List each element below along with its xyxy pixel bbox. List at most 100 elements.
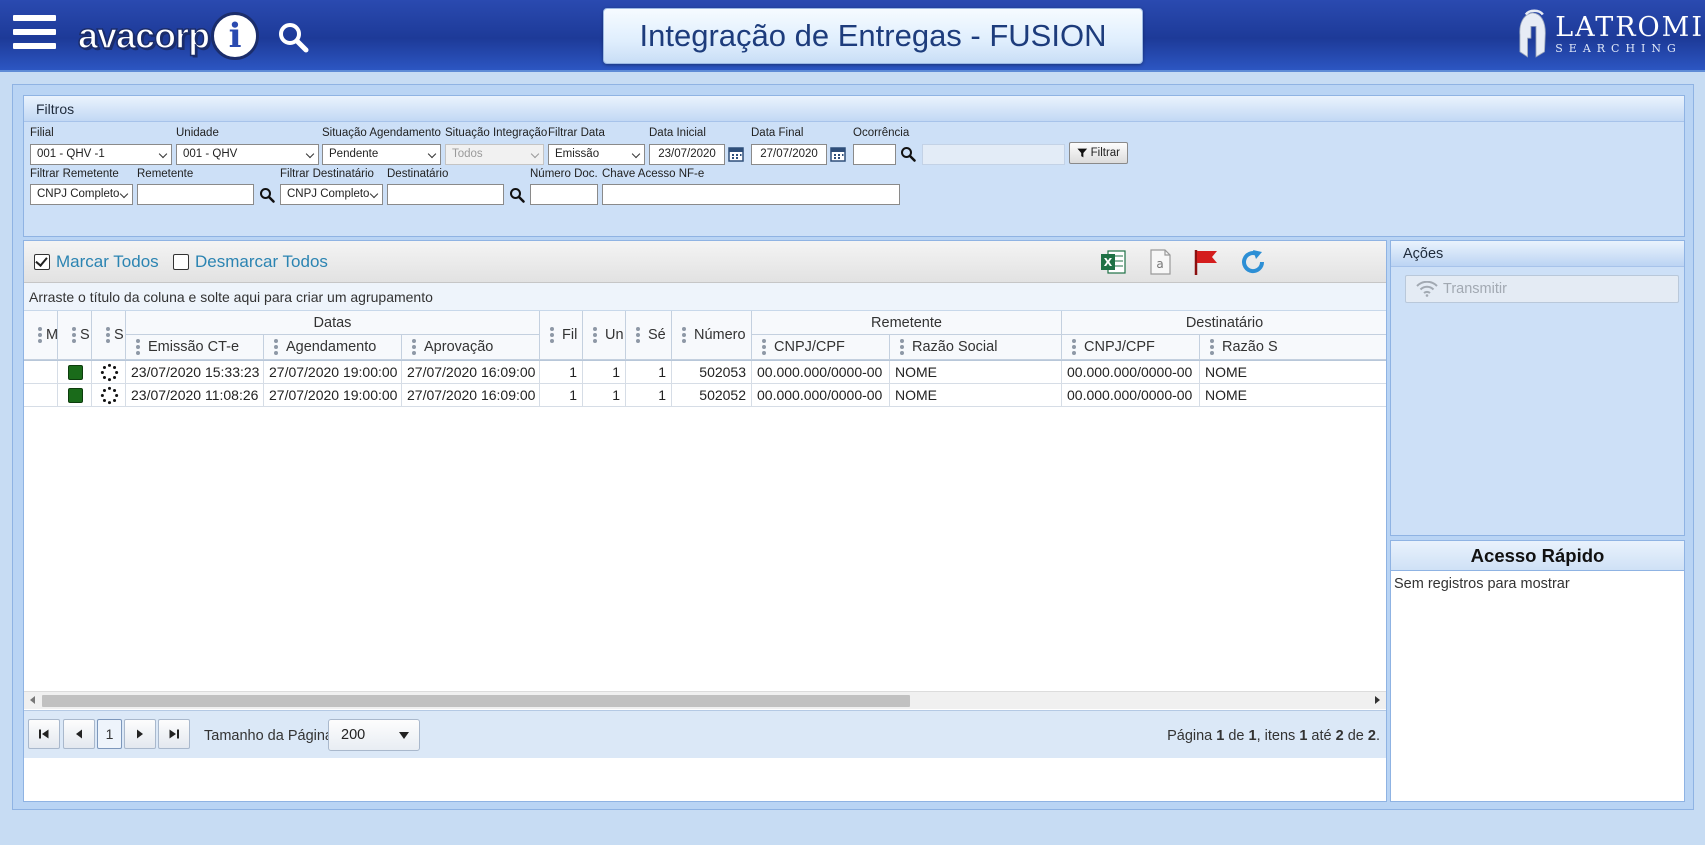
filial-select[interactable]: 001 - QHV -1	[30, 144, 172, 165]
filters-panel: Filtros Filial 001 - QHV -1 Unidade 001 …	[23, 95, 1685, 237]
numero-doc-input[interactable]	[530, 184, 598, 205]
checkbox-unchecked-icon	[173, 254, 189, 270]
calendar-icon[interactable]	[727, 145, 745, 163]
filtrar-button-label: Filtrar	[1090, 147, 1120, 159]
situacao-integracao-select: Todos	[445, 144, 544, 165]
empty-message: Sem registros para mostrar	[1394, 576, 1570, 592]
refresh-icon[interactable]	[1238, 247, 1268, 277]
data-inicial-input[interactable]: 23/07/2020	[649, 144, 725, 165]
destinatario-input[interactable]	[387, 184, 504, 205]
first-page-icon	[39, 729, 49, 739]
column-header-serie[interactable]: Sé	[626, 311, 672, 360]
filters-title: Filtros	[24, 96, 1684, 122]
brand-tagline: SEARCHING	[1555, 42, 1682, 55]
page-number-button[interactable]: 1	[97, 719, 122, 749]
group-drop-zone[interactable]: Arraste o título da coluna e solte aqui …	[24, 283, 1386, 311]
column-header-filial[interactable]: Fil	[540, 311, 583, 360]
transmitir-button[interactable]: Transmitir	[1405, 275, 1679, 303]
avacorp-logo[interactable]: avacorp i	[77, 12, 260, 60]
cell-unidade: 1	[583, 384, 626, 407]
filial-label: Filial	[30, 127, 54, 139]
calendar-icon[interactable]	[829, 145, 847, 163]
filtrar-button[interactable]: Filtrar	[1069, 142, 1128, 164]
svg-text:a: a	[1156, 257, 1163, 271]
column-header-aprovacao[interactable]: Aprovação	[402, 335, 540, 360]
previous-page-button[interactable]	[63, 719, 95, 749]
acoes-title: Ações	[1391, 241, 1684, 267]
checkbox-checked-icon	[34, 254, 50, 270]
desmarcar-todos-checkbox[interactable]: Desmarcar Todos	[173, 252, 328, 272]
last-page-button[interactable]	[158, 719, 190, 749]
scroll-right-icon[interactable]	[1375, 696, 1380, 704]
column-header-unidade[interactable]: Un	[583, 311, 626, 360]
column-header-rem-razao[interactable]: Razão Social	[890, 335, 1062, 360]
row-status-cell	[58, 384, 92, 407]
cell-unidade: 1	[583, 361, 626, 384]
search-icon[interactable]	[259, 187, 275, 203]
flag-icon[interactable]	[1191, 247, 1221, 277]
row-mark-cell[interactable]	[24, 384, 58, 407]
search-icon[interactable]	[276, 20, 310, 54]
menu-icon[interactable]	[13, 15, 56, 53]
chave-acesso-input[interactable]	[602, 184, 900, 205]
next-page-button[interactable]	[124, 719, 156, 749]
main-frame: Filtros Filial 001 - QHV -1 Unidade 001 …	[12, 84, 1694, 810]
desmarcar-todos-label: Desmarcar Todos	[195, 252, 328, 271]
unidade-select[interactable]: 001 - QHV	[176, 144, 319, 165]
grid-toolbar: Marcar Todos Desmarcar Todos X a	[24, 241, 1386, 283]
data-final-input[interactable]: 27/07/2020	[751, 144, 827, 165]
cell-rem-razao: NOME	[890, 384, 1062, 407]
filtrar-data-label: Filtrar Data	[548, 127, 605, 139]
cell-aprovacao: 27/07/2020 16:09:00	[402, 384, 540, 407]
excel-icon[interactable]: X	[1098, 247, 1128, 277]
table-row[interactable]: 23/07/2020 15:33:23 27/07/2020 19:00:00 …	[24, 361, 1386, 384]
table-row[interactable]: 23/07/2020 11:08:26 27/07/2020 19:00:00 …	[24, 384, 1386, 407]
page-title: Integração de Entregas - FUSION	[603, 8, 1143, 64]
ocorrencia-input[interactable]	[853, 144, 896, 165]
column-header-numero[interactable]: Número	[672, 311, 752, 360]
remetente-input[interactable]	[137, 184, 254, 205]
remetente-label: Remetente	[137, 168, 194, 180]
column-header-s2[interactable]: S	[92, 311, 126, 360]
horizontal-scrollbar[interactable]	[24, 691, 1386, 709]
first-page-button[interactable]	[28, 719, 60, 749]
pagination-info: Página 1 de 1, itens 1 até 2 de 2.	[1167, 728, 1380, 744]
filtrar-data-select[interactable]: Emissão	[548, 144, 645, 165]
cell-filial: 1	[540, 384, 583, 407]
scroll-left-icon[interactable]	[30, 696, 35, 704]
cell-rem-razao: NOME	[890, 361, 1062, 384]
column-header-dest-razao[interactable]: Razão S	[1200, 335, 1386, 360]
filtrar-remetente-select[interactable]: CNPJ Completo	[30, 184, 133, 205]
loading-spinner-icon	[100, 363, 119, 382]
cell-emissao: 23/07/2020 15:33:23	[126, 361, 264, 384]
latromi-logo: LATROMI SEARCHING	[1514, 4, 1704, 64]
cell-dest-razao: NOME	[1200, 361, 1386, 384]
column-header-dest-cnpj[interactable]: CNPJ/CPF	[1062, 335, 1200, 360]
marcar-todos-checkbox[interactable]: Marcar Todos	[34, 252, 159, 272]
column-header-rem-cnpj[interactable]: CNPJ/CPF	[752, 335, 890, 360]
filtrar-destinatario-select[interactable]: CNPJ Completo	[280, 184, 383, 205]
acoes-panel: Ações Transmitir	[1390, 240, 1685, 536]
last-page-icon	[169, 729, 179, 739]
search-icon[interactable]	[900, 146, 916, 162]
pdf-icon[interactable]: a	[1145, 247, 1175, 277]
column-header-s1[interactable]: S	[58, 311, 92, 360]
filtrar-remetente-label: Filtrar Remetente	[30, 168, 119, 180]
group-header-remetente: Remetente	[752, 311, 1062, 335]
helmet-icon	[1519, 9, 1546, 58]
situacao-agendamento-select[interactable]: Pendente	[322, 144, 441, 165]
column-header-emissao[interactable]: Emissão CT-e	[126, 335, 264, 360]
scrollbar-thumb[interactable]	[42, 695, 910, 707]
pager: 1 Tamanho da Página 200 Página 1 de 1, i…	[24, 710, 1386, 758]
cell-serie: 1	[626, 361, 672, 384]
wifi-icon	[1416, 281, 1438, 297]
bottom-bar	[0, 812, 1705, 845]
group-header-destinatario: Destinatário	[1062, 311, 1386, 335]
column-header-agendamento[interactable]: Agendamento	[264, 335, 402, 360]
previous-page-icon	[76, 729, 82, 739]
cell-aprovacao: 27/07/2020 16:09:00	[402, 361, 540, 384]
page-size-select[interactable]: 200	[328, 719, 420, 751]
row-mark-cell[interactable]	[24, 361, 58, 384]
column-header-m[interactable]: M	[24, 311, 58, 360]
search-icon[interactable]	[509, 187, 525, 203]
